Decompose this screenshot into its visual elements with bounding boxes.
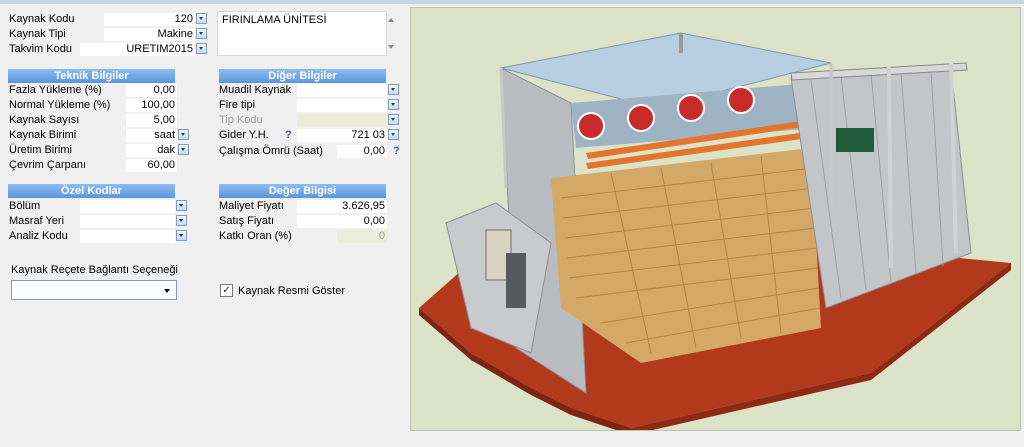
calisma-help-icon[interactable]: ? bbox=[393, 145, 400, 158]
recete-baglanti-label: Kaynak Reçete Bağlantı Seçeneği bbox=[11, 264, 178, 276]
kaynak-sayisi-field[interactable]: 5,00 bbox=[126, 114, 177, 127]
maliyet-fiyati-field[interactable]: 3.626,95 bbox=[297, 200, 387, 213]
gider-yh-dropdown-icon[interactable] bbox=[388, 129, 399, 140]
tip-kodu-field bbox=[297, 114, 387, 127]
kaynak-kodu-label: Kaynak Kodu bbox=[9, 13, 75, 25]
satis-fiyati-field[interactable]: 0,00 bbox=[297, 215, 387, 228]
analiz-kodu-dropdown-icon[interactable] bbox=[176, 230, 187, 241]
uretim-birimi-label: Üretim Birimi bbox=[9, 144, 72, 156]
fire-tipi-label: Fire tipi bbox=[219, 99, 256, 111]
bolum-label: Bölüm bbox=[9, 200, 41, 212]
fazla-yukleme-field[interactable]: 0,00 bbox=[126, 84, 177, 97]
analiz-kodu-label: Analiz Kodu bbox=[9, 230, 68, 242]
muadil-kaynak-label: Muadil Kaynak bbox=[219, 84, 292, 96]
masraf-yeri-label: Masraf Yeri bbox=[9, 215, 65, 227]
gider-help-icon[interactable]: ? bbox=[285, 129, 292, 142]
kaynak-tipi-dropdown-icon[interactable] bbox=[196, 28, 207, 39]
normal-yukleme-field[interactable]: 100,00 bbox=[126, 99, 177, 112]
teknik-bilgiler-header: Teknik Bilgiler bbox=[8, 69, 175, 83]
kaynak-sayisi-label: Kaynak Sayısı bbox=[9, 114, 80, 126]
scroll-down-icon[interactable] bbox=[388, 45, 394, 49]
recete-baglanti-select[interactable] bbox=[11, 280, 177, 300]
description-text: FIRINLAMA ÜNİTESİ bbox=[222, 14, 327, 26]
tip-kodu-label: Tip Kodu bbox=[219, 114, 263, 126]
uretim-birimi-dropdown-icon[interactable] bbox=[178, 144, 189, 155]
resource-image-panel bbox=[410, 7, 1021, 431]
fazla-yukleme-label: Fazla Yükleme (%) bbox=[9, 84, 102, 96]
kaynak-resmi-checkbox[interactable]: ✓ bbox=[220, 284, 233, 297]
tip-kodu-dropdown-icon[interactable] bbox=[388, 114, 399, 125]
top-border bbox=[0, 0, 1024, 4]
chevron-down-icon bbox=[164, 289, 170, 293]
analiz-kodu-field[interactable] bbox=[80, 230, 175, 243]
kaynak-birimi-field[interactable]: saat bbox=[126, 129, 177, 142]
katki-oran-field: 0 bbox=[337, 230, 387, 243]
takvim-kodu-label: Takvim Kodu bbox=[9, 43, 72, 55]
calisma-omru-label: Çalışma Ömrü (Saat) bbox=[219, 145, 323, 157]
bolum-dropdown-icon[interactable] bbox=[176, 200, 187, 211]
normal-yukleme-label: Normal Yükleme (%) bbox=[9, 99, 111, 111]
takvim-kodu-field[interactable]: URETIM2015 bbox=[80, 43, 195, 56]
masraf-yeri-dropdown-icon[interactable] bbox=[176, 215, 187, 226]
kiln-illustration bbox=[419, 32, 1011, 430]
gider-yh-field[interactable]: 721 03 bbox=[297, 129, 387, 142]
kaynak-birimi-dropdown-icon[interactable] bbox=[178, 129, 189, 140]
diger-bilgiler-header: Diğer Bilgiler bbox=[219, 69, 386, 83]
kaynak-kodu-dropdown-icon[interactable] bbox=[196, 13, 207, 24]
kaynak-kodu-field[interactable]: 120 bbox=[104, 13, 195, 26]
kaynak-birimi-label: Kaynak Birimi bbox=[9, 129, 77, 141]
gider-yh-label: Gider Y.H. bbox=[219, 129, 269, 141]
masraf-yeri-field[interactable] bbox=[80, 215, 175, 228]
fire-tipi-field[interactable] bbox=[297, 99, 387, 112]
maliyet-fiyati-label: Maliyet Fiyatı bbox=[219, 200, 284, 212]
kaynak-resmi-label: Kaynak Resmi Göster bbox=[238, 285, 345, 297]
green-sign bbox=[836, 128, 874, 152]
satis-fiyati-label: Satış Fiyatı bbox=[219, 215, 275, 227]
ozel-kodlar-header: Özel Kodlar bbox=[8, 184, 175, 198]
description-memo[interactable]: FIRINLAMA ÜNİTESİ bbox=[217, 11, 387, 56]
uretim-birimi-field[interactable]: dak bbox=[126, 144, 177, 157]
calisma-omru-field[interactable]: 0,00 bbox=[337, 145, 387, 158]
kaynak-tipi-field[interactable]: Makine bbox=[104, 28, 195, 41]
cevrim-carpani-field[interactable]: 60,00 bbox=[126, 159, 177, 172]
katki-oran-label: Katkı Oran (%) bbox=[219, 230, 292, 242]
fire-tipi-dropdown-icon[interactable] bbox=[388, 99, 399, 110]
kaynak-tipi-label: Kaynak Tipi bbox=[9, 28, 66, 40]
deger-bilgisi-header: Değer Bilgisi bbox=[219, 184, 386, 198]
takvim-kodu-dropdown-icon[interactable] bbox=[196, 43, 207, 54]
scroll-up-icon[interactable] bbox=[388, 18, 394, 22]
muadil-kaynak-dropdown-icon[interactable] bbox=[388, 84, 399, 95]
muadil-kaynak-field[interactable] bbox=[297, 84, 387, 97]
bolum-field[interactable] bbox=[80, 200, 175, 213]
cevrim-carpani-label: Çevrim Çarpanı bbox=[9, 159, 87, 171]
